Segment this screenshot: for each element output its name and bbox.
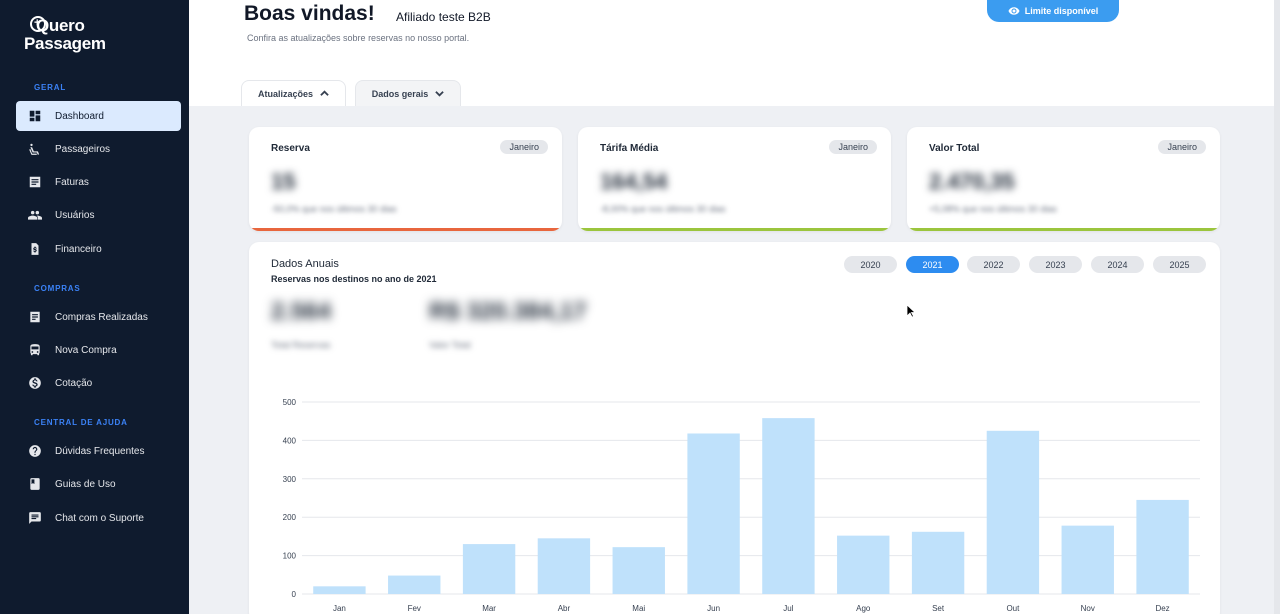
bar-nov[interactable] bbox=[1061, 525, 1114, 594]
bar-fev[interactable] bbox=[388, 575, 441, 594]
x-tick-label: Jul bbox=[783, 604, 793, 613]
bar-set[interactable] bbox=[911, 531, 965, 594]
x-tick-label: Ago bbox=[856, 604, 871, 613]
mouse-cursor-icon bbox=[906, 304, 916, 318]
bar-jan[interactable] bbox=[313, 586, 366, 594]
x-tick-label: Mar bbox=[482, 604, 496, 613]
x-tick-label: Fev bbox=[408, 604, 421, 613]
bar-mai[interactable] bbox=[612, 547, 665, 594]
x-tick-label: Dez bbox=[1155, 604, 1169, 613]
y-tick-label: 0 bbox=[292, 590, 297, 599]
bar-jun[interactable] bbox=[687, 433, 740, 594]
x-tick-label: Abr bbox=[558, 604, 571, 613]
x-tick-label: Out bbox=[1006, 604, 1020, 613]
y-tick-label: 200 bbox=[283, 513, 297, 522]
bar-mar[interactable] bbox=[462, 544, 516, 594]
y-tick-label: 100 bbox=[283, 552, 297, 561]
y-tick-label: 500 bbox=[283, 398, 297, 407]
bar-out[interactable] bbox=[986, 430, 1040, 594]
x-tick-label: Mai bbox=[632, 604, 645, 613]
bar-ago[interactable] bbox=[837, 535, 890, 594]
x-tick-label: Set bbox=[932, 604, 945, 613]
x-tick-label: Jun bbox=[707, 604, 720, 613]
y-tick-label: 400 bbox=[283, 436, 297, 445]
annual-bar-chart: 0 100 200 300 400 500 Jan Fev Mar Abr Mai Jun Jul Ago… bbox=[283, 398, 1200, 613]
x-tick-label: Jan bbox=[333, 604, 346, 613]
bar-dez[interactable] bbox=[1136, 499, 1189, 594]
y-tick-label: 300 bbox=[283, 475, 297, 484]
bar-abr[interactable] bbox=[537, 538, 591, 594]
bar-jul[interactable] bbox=[762, 418, 815, 594]
x-tick-label: Nov bbox=[1081, 604, 1095, 613]
